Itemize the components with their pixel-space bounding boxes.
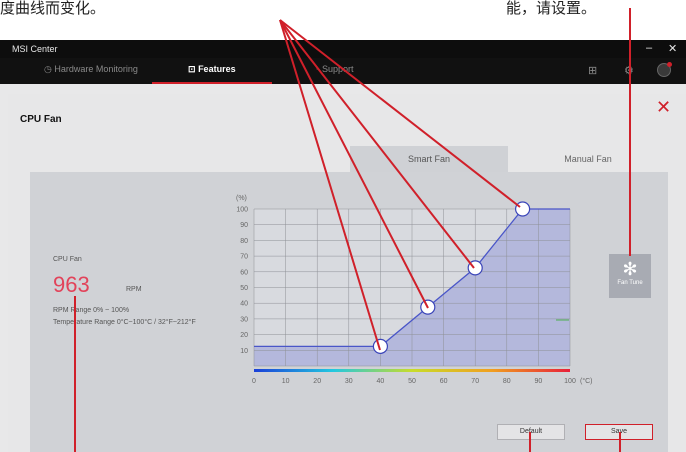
x-tick-label: 100 [564, 378, 576, 385]
y-tick-label: 100 [236, 207, 248, 214]
y-tick-label: 20 [240, 332, 248, 339]
y-tick-label: 40 [240, 301, 248, 308]
y-axis-label: (%) [236, 195, 247, 202]
x-tick-label: 80 [503, 378, 511, 385]
callout-line [279, 19, 521, 208]
chart-and-callouts: 0 10 20 30 40 50 60 70 80 90 100 10 20 30 40 50 60 70 80 90… [74, 8, 631, 452]
y-tick-label: 60 [240, 269, 248, 276]
fan-curve-chart: 0 10 20 30 40 50 60 70 80 90 100 10 20 30 40 50 60 70 80 90… [236, 195, 593, 385]
x-axis-label: (°C) [580, 377, 593, 385]
x-tick-label: 70 [471, 378, 479, 385]
x-tick-label: 40 [377, 378, 385, 385]
x-tick-label: 50 [408, 378, 416, 385]
y-tick-label: 10 [240, 348, 248, 355]
x-tick-label: 0 [252, 378, 256, 385]
y-tick-label: 90 [240, 222, 248, 229]
page: 度曲线而变化。 能，请设置。 MSI Center – ✕ ◷ Hardware… [0, 0, 686, 452]
y-tick-label: 50 [240, 285, 248, 292]
x-tick-label: 10 [282, 378, 290, 385]
x-tick-label: 60 [440, 378, 448, 385]
x-tick-label: 20 [313, 378, 321, 385]
curve-point-handle[interactable] [372, 338, 388, 354]
temperature-gradient-bar [254, 369, 570, 372]
x-tick-label: 90 [535, 378, 543, 385]
x-tick-label: 30 [345, 378, 353, 385]
y-tick-label: 30 [240, 316, 248, 323]
y-tick-label: 80 [240, 238, 248, 245]
y-tick-label: 70 [240, 254, 248, 261]
